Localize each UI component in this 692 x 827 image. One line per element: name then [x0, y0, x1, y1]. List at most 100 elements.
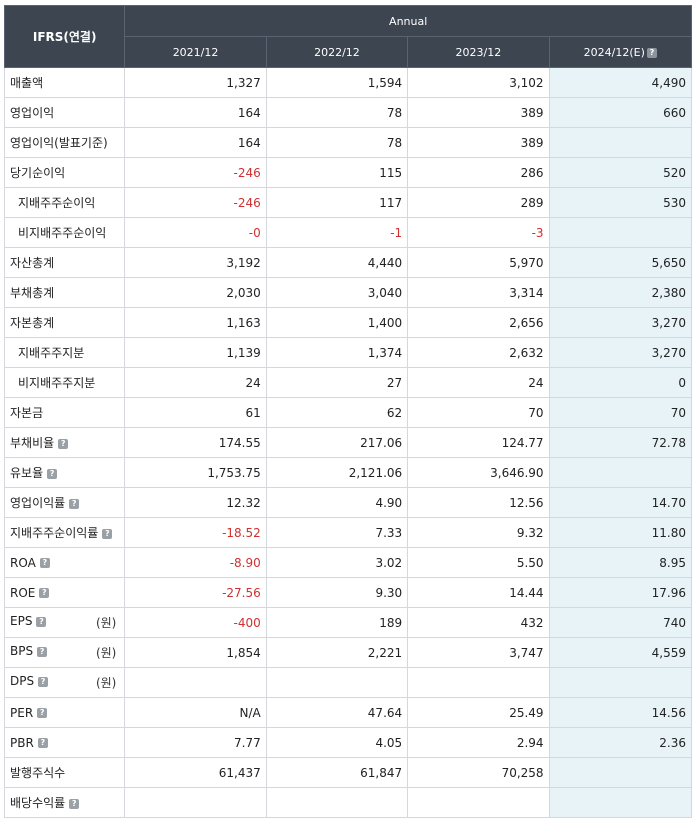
- row-label: 영업이익(발표기준): [10, 136, 108, 150]
- question-mark-icon[interactable]: ?: [39, 558, 50, 568]
- value-cell: 70: [548, 397, 692, 428]
- table-row: 부채총계 2,030 3,040 3,314 2,380: [3, 277, 692, 308]
- value-cell: 3,646.90: [407, 457, 550, 488]
- financial-summary-table: IFRS(연결) Annual 2021/12 2022/12 2023/12 …: [3, 5, 692, 818]
- value-cell: 70,258: [407, 757, 550, 788]
- row-label: 유보율: [10, 466, 44, 480]
- row-label-cell: 지배주주순이익: [3, 187, 126, 218]
- row-label-cell: 자본금: [3, 397, 126, 428]
- value-cell: 286: [407, 157, 550, 188]
- table-row: 비지배주주순이익 -0 -1 -3: [3, 217, 692, 248]
- value-cell: -1: [265, 217, 409, 248]
- ifrs-header: IFRS(연결): [3, 5, 126, 68]
- row-label-cell: 비지배주주지분: [3, 367, 126, 398]
- value-cell: [265, 787, 409, 818]
- value-cell: [548, 217, 692, 248]
- row-label-cell: 비지배주주순이익: [3, 217, 126, 248]
- table-row: 당기순이익 -246 115 286 520: [3, 157, 692, 188]
- row-label: 비지배주주순이익: [18, 226, 107, 240]
- row-label-cell: 자본총계: [3, 307, 126, 338]
- value-cell: [265, 667, 409, 698]
- value-cell: [548, 127, 692, 158]
- row-label-cell: 배당수익률?: [3, 787, 126, 818]
- value-cell: 2,656: [407, 307, 550, 338]
- value-cell: 1,327: [124, 67, 267, 98]
- value-cell: 3,747: [407, 637, 550, 668]
- value-cell: 4,559: [548, 637, 692, 668]
- table-row: 자본금 61 62 70 70: [3, 397, 692, 428]
- question-mark-icon[interactable]: ?: [36, 616, 47, 627]
- value-cell: 1,753.75: [124, 457, 267, 488]
- question-mark-icon[interactable]: ?: [646, 47, 657, 58]
- value-cell: 389: [407, 97, 550, 128]
- value-cell: 2.36: [548, 727, 692, 758]
- value-cell: [407, 667, 550, 698]
- value-cell: 740: [548, 607, 692, 638]
- row-label-cell: 영업이익(발표기준): [3, 127, 126, 158]
- row-label: PER: [10, 705, 34, 720]
- row-label: 지배주주순이익률: [10, 526, 99, 540]
- row-label: 자본총계: [10, 316, 55, 330]
- question-mark-icon[interactable]: ?: [69, 498, 80, 509]
- row-label-cell: 부채총계: [3, 277, 126, 308]
- table-row: EPS? (원) -400 189 432 740: [3, 607, 692, 638]
- value-cell: 115: [265, 157, 409, 188]
- value-cell: -400: [124, 607, 267, 638]
- value-cell: [548, 457, 692, 488]
- question-mark-icon[interactable]: ?: [38, 676, 49, 687]
- value-cell: 14.70: [548, 487, 692, 518]
- value-cell: 117: [265, 187, 409, 218]
- value-cell: 4.90: [265, 487, 409, 518]
- value-cell: 432: [407, 607, 550, 638]
- row-label-cell: ROE?: [3, 577, 126, 608]
- value-cell: [548, 757, 692, 788]
- table-row: 유보율? 1,753.75 2,121.06 3,646.90: [3, 457, 692, 488]
- value-cell: 124.77: [407, 427, 550, 458]
- row-label-cell: 부채비율?: [3, 427, 126, 458]
- year-header-2021: 2021/12: [124, 36, 267, 68]
- table-row: 지배주주순이익 -246 117 289 530: [3, 187, 692, 218]
- value-cell: 25.49: [407, 697, 550, 728]
- value-cell: 9.30: [265, 577, 409, 608]
- question-mark-icon[interactable]: ?: [39, 588, 50, 598]
- value-cell: [124, 667, 267, 698]
- value-cell: 1,374: [265, 337, 409, 368]
- question-mark-icon[interactable]: ?: [47, 468, 58, 479]
- value-cell: 3.02: [265, 547, 409, 578]
- value-cell: 189: [265, 607, 409, 638]
- year-header-2022: 2022/12: [265, 36, 409, 68]
- question-mark-icon[interactable]: ?: [37, 646, 48, 657]
- value-cell: N/A: [124, 697, 267, 728]
- value-cell: -246: [124, 187, 267, 218]
- value-cell: 1,400: [265, 307, 409, 338]
- row-label-cell: 당기순이익: [3, 157, 126, 188]
- value-cell: [548, 667, 692, 698]
- table-row: 부채비율? 174.55 217.06 124.77 72.78: [3, 427, 692, 458]
- row-label: 당기순이익: [10, 166, 66, 180]
- value-cell: 1,854: [124, 637, 267, 668]
- row-label-cell: EPS? (원): [3, 607, 126, 638]
- row-label-cell: 영업이익률?: [3, 487, 126, 518]
- value-cell: -3: [407, 217, 550, 248]
- value-cell: 11.80: [548, 517, 692, 548]
- question-mark-icon[interactable]: ?: [37, 708, 48, 718]
- table-row: 자본총계 1,163 1,400 2,656 3,270: [3, 307, 692, 338]
- question-mark-icon[interactable]: ?: [37, 738, 48, 748]
- row-label-cell: BPS? (원): [3, 637, 126, 668]
- value-cell: 62: [265, 397, 409, 428]
- value-cell: 47.64: [265, 697, 409, 728]
- table-row: 영업이익 164 78 389 660: [3, 97, 692, 128]
- question-mark-icon[interactable]: ?: [58, 438, 69, 449]
- unit-label: (원): [95, 646, 117, 660]
- value-cell: 660: [548, 97, 692, 128]
- question-mark-icon[interactable]: ?: [102, 528, 113, 539]
- table-row: 매출액 1,327 1,594 3,102 4,490: [3, 67, 692, 98]
- table-row: ROE? -27.56 9.30 14.44 17.96: [3, 577, 692, 608]
- row-label: 부채비율: [10, 436, 55, 450]
- row-label: 지배주주순이익: [18, 196, 96, 210]
- row-label: 자산총계: [10, 256, 55, 270]
- value-cell: 27: [265, 367, 409, 398]
- row-label: 비지배주주지분: [18, 376, 96, 390]
- question-mark-icon[interactable]: ?: [69, 798, 80, 809]
- value-cell: 389: [407, 127, 550, 158]
